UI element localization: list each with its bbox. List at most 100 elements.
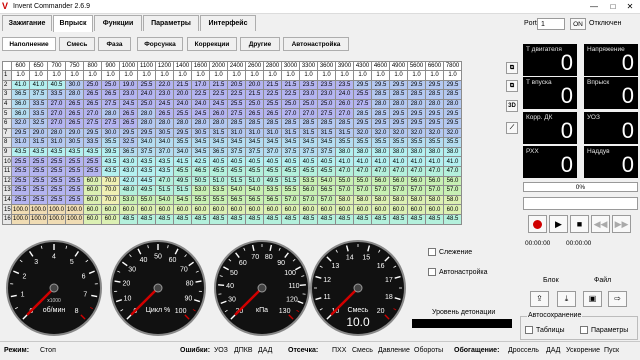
- table-cell[interactable]: 30.0: [65, 79, 84, 91]
- table-cell[interactable]: 25.5: [29, 156, 48, 167]
- table-cell[interactable]: 28.0: [65, 89, 84, 100]
- table-cell[interactable]: 35.5: [173, 137, 192, 148]
- table-cell[interactable]: 54.0: [155, 194, 174, 206]
- table-cell[interactable]: 22.5: [227, 89, 246, 100]
- table-cell[interactable]: 36.0: [11, 108, 30, 119]
- table-cell[interactable]: 23.0: [155, 89, 174, 100]
- table-cell[interactable]: 48.5: [281, 213, 300, 225]
- table-cell[interactable]: 57.0: [425, 185, 444, 196]
- table-cell[interactable]: 29.5: [443, 108, 462, 119]
- table-cell[interactable]: 43.5: [47, 146, 66, 158]
- table-cell[interactable]: 41.0: [11, 79, 30, 91]
- table-cell[interactable]: 37.5: [317, 146, 336, 158]
- table-cell[interactable]: 60.0: [83, 175, 102, 187]
- table-cell[interactable]: 21.5: [209, 79, 228, 91]
- table-cell[interactable]: 24.5: [155, 98, 174, 110]
- record-button[interactable]: [528, 215, 547, 233]
- table-cell[interactable]: 43.5: [101, 156, 120, 167]
- port-select[interactable]: 1: [537, 18, 565, 30]
- table-cell[interactable]: 43.5: [155, 156, 174, 167]
- table-cell[interactable]: 1.0: [425, 70, 444, 81]
- table-cell[interactable]: 32.0: [407, 127, 426, 139]
- tab-injection[interactable]: Впрыск: [53, 15, 93, 32]
- table-cell[interactable]: 31.0: [263, 127, 282, 139]
- table-cell[interactable]: 25.5: [11, 175, 30, 187]
- table-cell[interactable]: 60.0: [83, 185, 102, 196]
- table-cell[interactable]: 41.0: [389, 156, 408, 167]
- table-cell[interactable]: 24.0: [335, 89, 354, 100]
- table-cell[interactable]: 26.5: [65, 117, 84, 129]
- table-cell[interactable]: 43.5: [137, 156, 156, 167]
- table-cell[interactable]: 33.5: [29, 108, 48, 119]
- upload-icon[interactable]: ⇪: [530, 291, 549, 307]
- table-cell[interactable]: 56.0: [407, 175, 426, 187]
- table-cell[interactable]: 70.0: [101, 194, 120, 206]
- table-cell[interactable]: 60.0: [137, 204, 156, 215]
- table-cell[interactable]: 58.0: [335, 194, 354, 206]
- table-cell[interactable]: 27.5: [227, 108, 246, 119]
- table-cell[interactable]: 60.0: [209, 204, 228, 215]
- table-cell[interactable]: 47.0: [155, 175, 174, 187]
- table-cell[interactable]: 23.0: [317, 89, 336, 100]
- table-cell[interactable]: 48.5: [191, 213, 210, 225]
- table-cell[interactable]: 54.0: [245, 185, 264, 196]
- table-cell[interactable]: 33.5: [83, 137, 102, 148]
- table-cell[interactable]: 45.5: [263, 165, 282, 177]
- table-cell[interactable]: 28.0: [209, 117, 228, 129]
- table-cell[interactable]: 58.0: [443, 194, 462, 206]
- table-cell[interactable]: 25.5: [11, 194, 30, 206]
- table-cell[interactable]: 48.5: [209, 213, 228, 225]
- table-cell[interactable]: 25.5: [263, 98, 282, 110]
- table-cell[interactable]: 31.5: [299, 127, 318, 139]
- table-cell[interactable]: 51.0: [245, 175, 264, 187]
- table-cell[interactable]: 32.5: [29, 117, 48, 129]
- table-cell[interactable]: 60.0: [101, 213, 120, 225]
- subtab-phase[interactable]: Фаза: [98, 37, 131, 51]
- chart-icon[interactable]: ⟋: [506, 122, 518, 134]
- table-cell[interactable]: 28.0: [425, 98, 444, 110]
- autosave-params-box[interactable]: [580, 326, 588, 334]
- table-cell[interactable]: 54.5: [173, 194, 192, 206]
- table-cell[interactable]: 60.0: [389, 204, 408, 215]
- subtab-autotune[interactable]: Автонастройка: [283, 37, 349, 51]
- table-cell[interactable]: 28.5: [353, 108, 372, 119]
- table-cell[interactable]: 48.5: [155, 213, 174, 225]
- table-cell[interactable]: 100.0: [29, 204, 48, 215]
- table-cell[interactable]: 41.0: [29, 79, 48, 91]
- table-cell[interactable]: 24.5: [209, 98, 228, 110]
- table-cell[interactable]: 34.0: [155, 137, 174, 148]
- fill-table[interactable]: 600 650 700 750 800 900 1000 1100 1200 1400 1600 20…: [2, 61, 462, 225]
- table-cell[interactable]: 54.0: [317, 175, 336, 187]
- table-cell[interactable]: 24.5: [119, 98, 138, 110]
- table-cell[interactable]: 25.5: [83, 165, 102, 177]
- table-cell[interactable]: 60.0: [191, 204, 210, 215]
- table-cell[interactable]: 35.5: [371, 137, 390, 148]
- table-cell[interactable]: 26.5: [101, 89, 120, 100]
- table-cell[interactable]: 26.5: [65, 108, 84, 119]
- table-cell[interactable]: 43.5: [83, 146, 102, 158]
- table-cell[interactable]: 37.5: [137, 146, 156, 158]
- table-cell[interactable]: 43.5: [11, 146, 30, 158]
- table-cell[interactable]: 28.5: [299, 117, 318, 129]
- table-cell[interactable]: 24.0: [137, 89, 156, 100]
- table-cell[interactable]: 37.5: [227, 146, 246, 158]
- table-cell[interactable]: 24.5: [191, 108, 210, 119]
- table-cell[interactable]: 28.0: [137, 108, 156, 119]
- table-cell[interactable]: 32.0: [11, 117, 30, 129]
- table-cell[interactable]: 37.0: [263, 146, 282, 158]
- table-cell[interactable]: 23.0: [299, 89, 318, 100]
- table-cell[interactable]: 48.5: [137, 213, 156, 225]
- table-cell[interactable]: 60.0: [317, 204, 336, 215]
- tab-interface[interactable]: Интерфейс: [200, 15, 256, 31]
- table-cell[interactable]: 35.5: [335, 137, 354, 148]
- table-cell[interactable]: 60.0: [83, 194, 102, 206]
- subtab-fill[interactable]: Наполнение: [2, 37, 56, 51]
- table-cell[interactable]: 28.5: [371, 108, 390, 119]
- table-cell[interactable]: 24.0: [191, 98, 210, 110]
- table-cell[interactable]: 25.0: [101, 79, 120, 91]
- table-cell[interactable]: 56.5: [263, 194, 282, 206]
- autotune-checkbox-box[interactable]: [428, 268, 436, 276]
- table-cell[interactable]: 49.5: [263, 175, 282, 187]
- table-cell[interactable]: 38.0: [425, 146, 444, 158]
- table-cell[interactable]: 35.5: [425, 137, 444, 148]
